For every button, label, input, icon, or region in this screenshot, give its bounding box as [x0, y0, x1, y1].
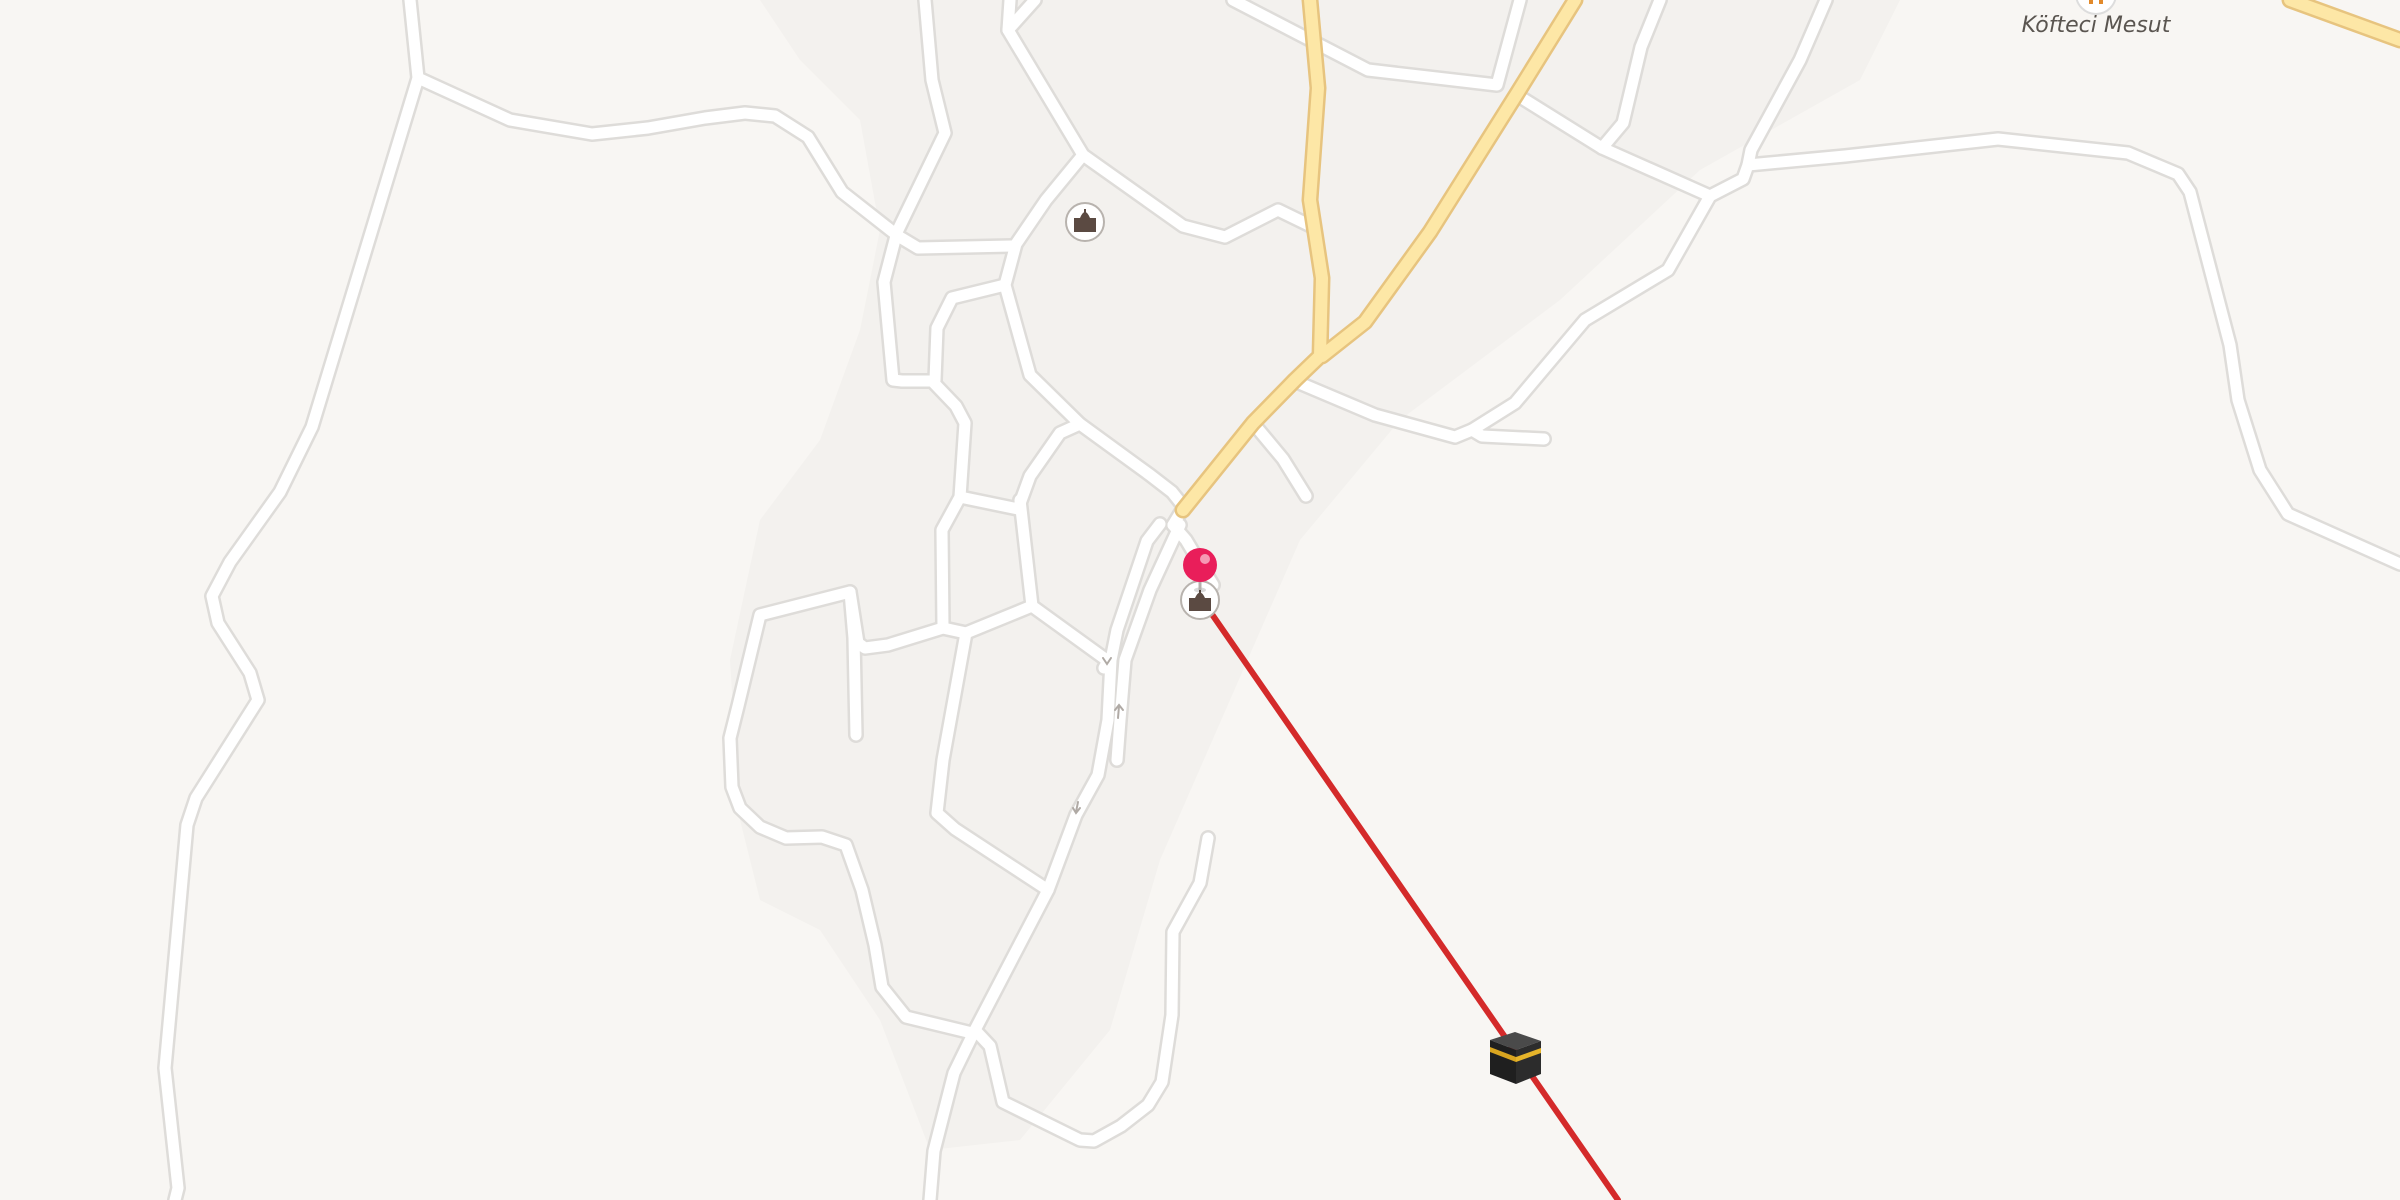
map-canvas[interactable]: Köfteci Mesut	[0, 0, 2400, 1200]
poi-landmark-north[interactable]	[1065, 202, 1105, 242]
qibla-kaaba-marker[interactable]	[1490, 1032, 1541, 1084]
poi-restaurant-label: Köfteci Mesut	[2022, 13, 2172, 38]
mosque-icon	[1065, 202, 1105, 242]
kaaba-icon	[1490, 1032, 1541, 1084]
